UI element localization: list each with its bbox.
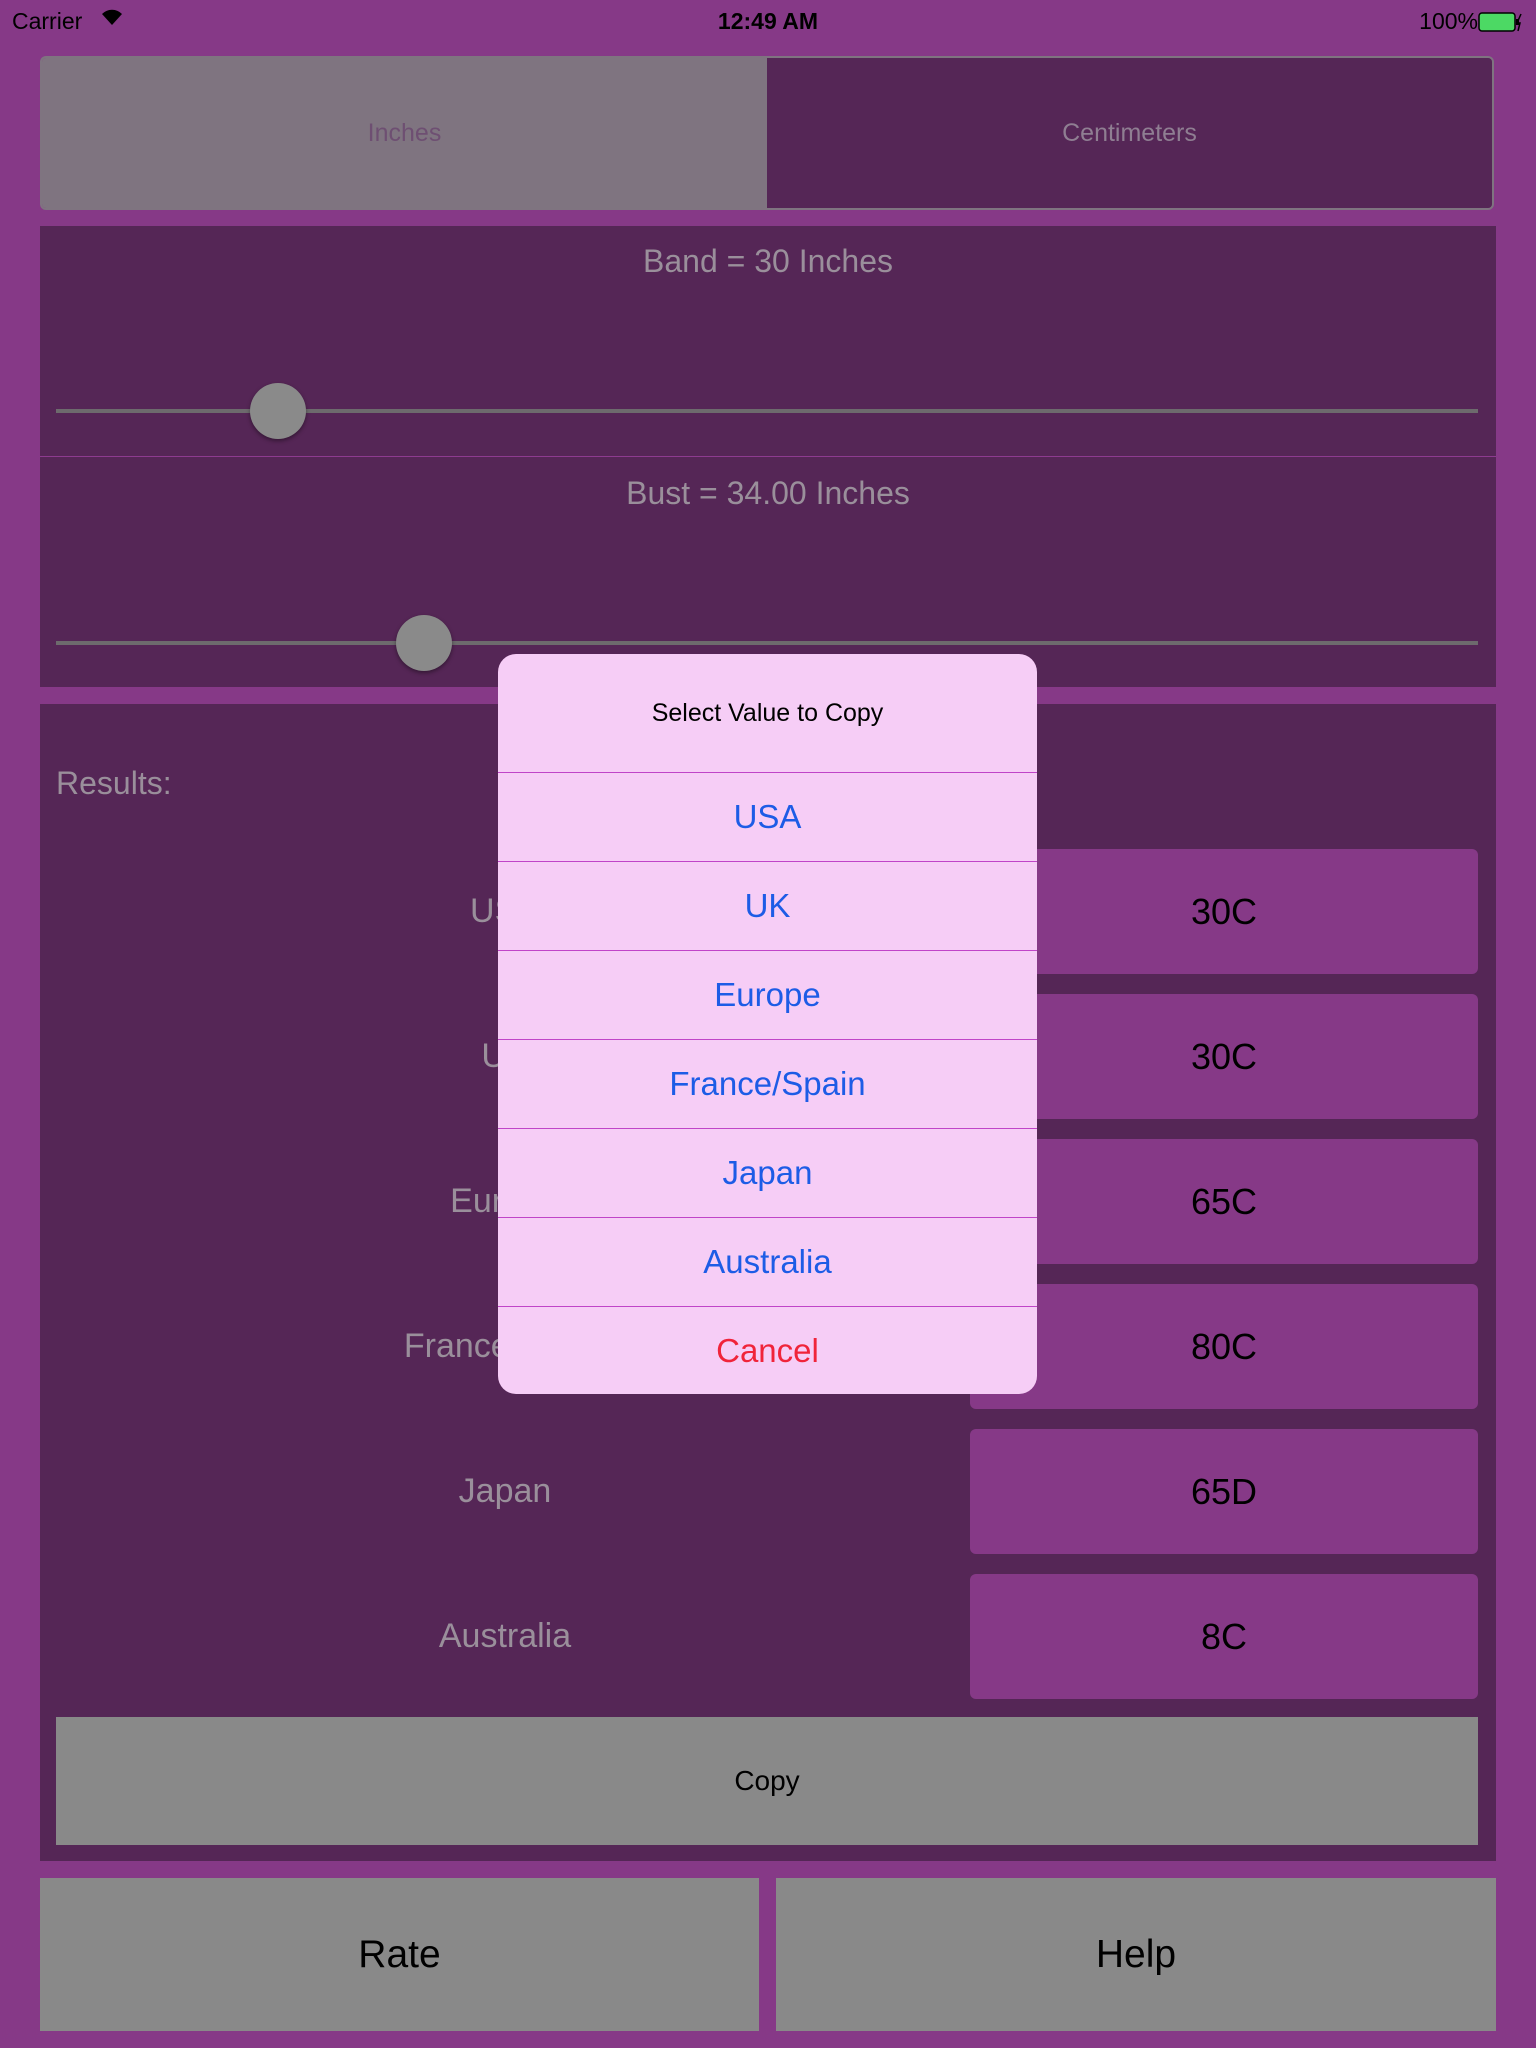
results-title: Results: [56,765,172,801]
bust-slider[interactable] [56,641,1478,645]
result-region: Japan [458,1472,552,1510]
result-size[interactable]: 30C [970,849,1478,974]
option-france-spain[interactable]: France/Spain [498,1039,1037,1128]
divider [40,456,1496,457]
band-label: Band = 30 Inches [643,243,893,279]
rate-button[interactable]: Rate [40,1878,759,2031]
result-size[interactable]: 65D [970,1429,1478,1554]
status-bar: Carrier 12:49 AM 100% [0,0,1536,42]
bust-slider-thumb[interactable] [396,615,452,671]
band-slider-thumb[interactable] [250,383,306,439]
units-segmented-control[interactable]: Inches Centimeters [40,56,1494,210]
copy-button[interactable]: Copy [56,1717,1478,1845]
segment-centimeters[interactable]: Centimeters [767,58,1492,208]
cancel-button[interactable]: Cancel [498,1306,1037,1394]
option-japan[interactable]: Japan [498,1128,1037,1217]
copy-action-sheet: Select Value to Copy USA UK Europe Franc… [498,654,1037,1394]
option-australia[interactable]: Australia [498,1217,1037,1306]
dialog-title: Select Value to Copy [651,698,884,727]
option-uk[interactable]: UK [498,861,1037,950]
battery-icon [1478,11,1522,32]
help-button[interactable]: Help [776,1878,1496,2031]
bust-label: Bust = 34.00 Inches [626,475,910,511]
segment-inches[interactable]: Inches [42,58,767,208]
result-size[interactable]: 65C [970,1139,1478,1264]
option-usa[interactable]: USA [498,772,1037,861]
battery-percent: 100% [1419,8,1478,34]
result-size[interactable]: 80C [970,1284,1478,1409]
result-size[interactable]: 8C [970,1574,1478,1699]
option-europe[interactable]: Europe [498,950,1037,1039]
result-region: Australia [438,1617,572,1655]
result-size[interactable]: 30C [970,994,1478,1119]
clock: 12:49 AM [717,8,819,34]
